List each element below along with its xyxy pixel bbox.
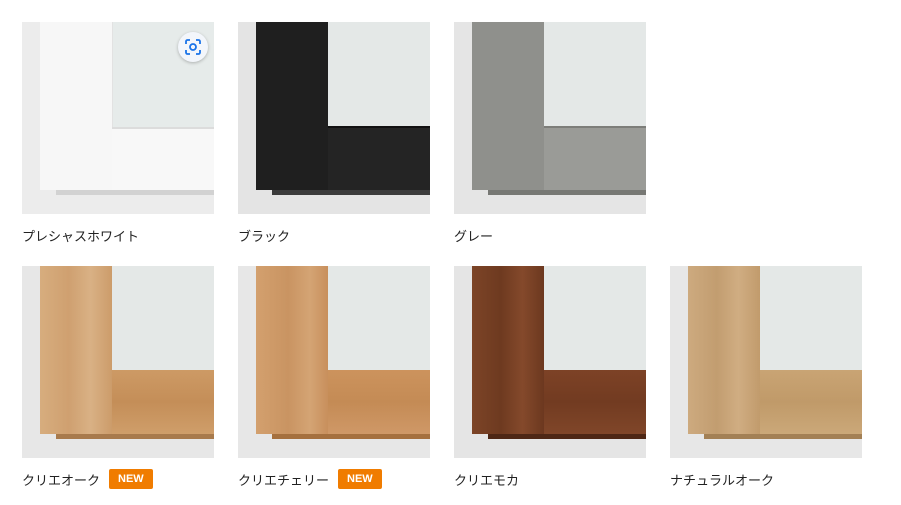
- swatch-card-black[interactable]: ブラック: [238, 22, 430, 245]
- swatch-card-precious-white[interactable]: プレシャスホワイト: [22, 22, 214, 245]
- color-swatch-grid: プレシャスホワイト ブラック グレー クリエオーク NEW クリエチェリー NE…: [0, 0, 901, 505]
- swatch-name: グレー: [454, 229, 494, 245]
- swatch-label-row: クリエモカ: [454, 466, 519, 492]
- new-badge: NEW: [109, 469, 153, 489]
- swatch-label-row: クリエオーク NEW: [22, 466, 153, 492]
- swatch-name: ナチュラルオーク: [670, 473, 775, 489]
- swatch-label-row: プレシャスホワイト: [22, 222, 139, 248]
- swatch-name: クリエオーク: [22, 473, 101, 489]
- swatch-label-row: ナチュラルオーク: [670, 466, 774, 492]
- swatch-card-crie-cherry[interactable]: クリエチェリー NEW: [238, 266, 430, 489]
- swatch-name: ブラック: [238, 229, 291, 245]
- swatch-image: [454, 22, 646, 214]
- swatch-card-crie-oak[interactable]: クリエオーク NEW: [22, 266, 214, 489]
- swatch-image: [22, 266, 214, 458]
- new-badge: NEW: [338, 469, 382, 489]
- swatch-name: クリエモカ: [454, 473, 520, 489]
- swatch-image: [454, 266, 646, 458]
- swatch-image: [22, 22, 214, 214]
- visual-search-button[interactable]: [178, 32, 208, 62]
- visual-search-icon: [185, 39, 201, 55]
- swatch-card-gray[interactable]: グレー: [454, 22, 646, 245]
- swatch-image: [238, 22, 430, 214]
- swatch-label-row: ブラック: [238, 222, 290, 248]
- swatch-card-crie-mocha[interactable]: クリエモカ: [454, 266, 646, 489]
- swatch-image: [238, 266, 430, 458]
- swatch-label-row: グレー: [454, 222, 493, 248]
- swatch-name: プレシャスホワイト: [22, 229, 140, 245]
- swatch-label-row: クリエチェリー NEW: [238, 466, 382, 492]
- swatch-image: [670, 266, 862, 458]
- swatch-card-natural-oak[interactable]: ナチュラルオーク: [670, 266, 862, 489]
- swatch-name: クリエチェリー: [238, 473, 330, 489]
